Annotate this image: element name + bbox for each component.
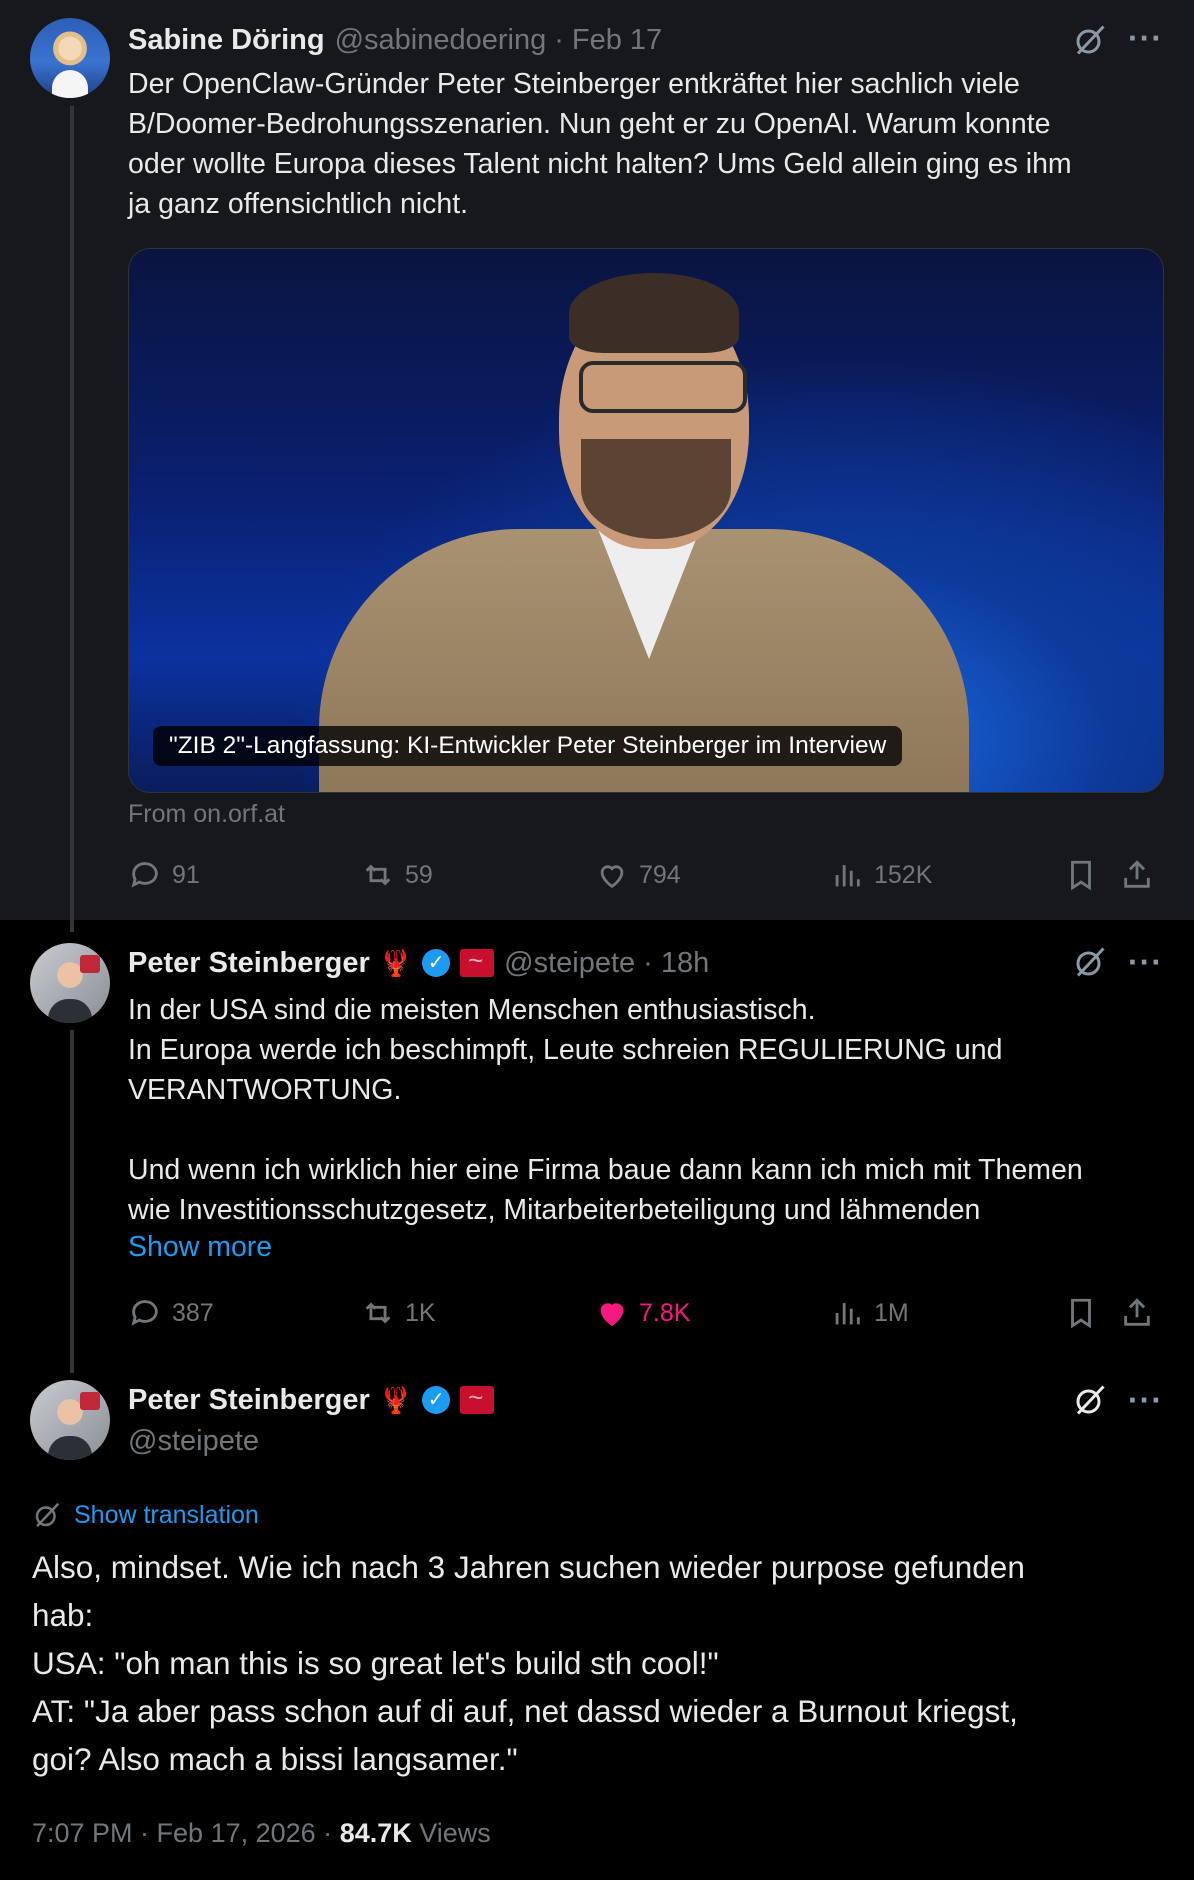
avatar[interactable] xyxy=(30,1380,110,1460)
separator-dot: · xyxy=(643,946,653,979)
timestamp[interactable]: 18h xyxy=(661,947,709,980)
repost-count: 59 xyxy=(405,860,433,889)
tweet-header: Peter Steinberger 🦞 ✓ xyxy=(128,1380,504,1420)
show-translation-button[interactable]: Show translation xyxy=(32,1500,259,1530)
view-count: 84.7K xyxy=(339,1818,412,1848)
bookmark-icon xyxy=(1071,860,1091,891)
reply-button[interactable]: 91 xyxy=(128,858,200,892)
view-count: 1M xyxy=(874,1298,909,1327)
share-button[interactable] xyxy=(1120,1296,1154,1335)
like-count: 794 xyxy=(639,860,681,889)
lobster-emoji: 🦞 xyxy=(379,1384,413,1415)
person-hair xyxy=(569,273,739,353)
repost-button[interactable]: 59 xyxy=(361,858,433,892)
flag-badge-icon[interactable] xyxy=(460,1382,495,1414)
reply-count: 387 xyxy=(172,1298,214,1327)
thread-line xyxy=(70,106,74,932)
tweet-header: Sabine Döring @sabinedoering · Feb 17 xyxy=(128,20,662,60)
view-count: 152K xyxy=(874,860,933,889)
tweet-meta: 7:07 PM · Feb 17, 2026 · 84.7K Views xyxy=(32,1818,491,1849)
like-button[interactable]: 7.8K xyxy=(595,1296,690,1330)
person-beard xyxy=(581,439,731,539)
separator-dot: · xyxy=(554,23,564,56)
display-name[interactable]: Peter Steinberger xyxy=(128,1384,370,1417)
views-icon xyxy=(835,1303,860,1325)
bookmark-button[interactable] xyxy=(1064,1296,1098,1335)
lobster-emoji: 🦞 xyxy=(379,947,413,978)
tweet-text: In der USA sind die meisten Menschen ent… xyxy=(128,994,1083,1226)
more-icon[interactable]: ··· xyxy=(1128,1384,1163,1416)
share-icon xyxy=(1124,860,1150,888)
repost-icon xyxy=(365,864,391,886)
reply-icon xyxy=(131,1300,158,1326)
avatar[interactable] xyxy=(30,943,110,1023)
display-name[interactable]: Peter Steinberger xyxy=(128,947,370,980)
tweet-header: Peter Steinberger 🦞 ✓ @steipete · 18h xyxy=(128,943,709,983)
link-source[interactable]: From on.orf.at xyxy=(128,800,285,829)
like-icon xyxy=(600,865,624,889)
repost-icon xyxy=(365,1302,391,1324)
reply-count: 91 xyxy=(172,860,200,889)
like-icon xyxy=(600,1303,624,1327)
grok-icon[interactable] xyxy=(1072,944,1108,985)
more-icon[interactable]: ··· xyxy=(1128,22,1163,54)
views-button[interactable]: 152K xyxy=(830,858,932,892)
reply-icon xyxy=(131,862,158,888)
bookmark-icon xyxy=(1071,1298,1091,1329)
share-button[interactable] xyxy=(1120,858,1154,897)
tweet-text: Also, mindset. Wie ich nach 3 Jahren suc… xyxy=(32,1549,1025,1777)
action-bar: 91 59 794 152K xyxy=(128,858,1168,898)
like-count: 7.8K xyxy=(639,1298,691,1327)
tweet-handle-row: @steipete xyxy=(128,1421,259,1461)
handle[interactable]: @steipete xyxy=(504,947,635,980)
repost-count: 1K xyxy=(405,1298,436,1327)
timestamp[interactable]: 7:07 PM · Feb 17, 2026 · xyxy=(32,1818,332,1848)
flag-badge-icon[interactable] xyxy=(460,945,495,977)
grok-icon[interactable] xyxy=(1072,22,1108,63)
views-button[interactable]: 1M xyxy=(830,1296,909,1330)
verified-icon[interactable]: ✓ xyxy=(422,1386,451,1414)
grok-icon[interactable] xyxy=(1072,1382,1108,1423)
avatar[interactable] xyxy=(30,18,110,98)
like-button[interactable]: 794 xyxy=(595,858,681,892)
handle[interactable]: @sabinedoering xyxy=(335,24,547,57)
share-icon xyxy=(1124,1298,1150,1326)
display-name[interactable]: Sabine Döring xyxy=(128,24,325,57)
translate-icon xyxy=(35,1502,60,1528)
more-icon[interactable]: ··· xyxy=(1128,946,1163,978)
tweet-text: Der OpenClaw-Gründer Peter Steinberger e… xyxy=(128,68,1072,220)
thread-line xyxy=(70,1030,74,1373)
bookmark-button[interactable] xyxy=(1064,858,1098,897)
person-glasses xyxy=(579,361,747,413)
video-thumbnail[interactable]: "ZIB 2"-Langfassung: KI-Entwickler Peter… xyxy=(128,248,1164,793)
views-label: Views xyxy=(419,1818,491,1848)
action-bar: 387 1K 7.8K 1M xyxy=(128,1296,1168,1336)
reply-button[interactable]: 387 xyxy=(128,1296,214,1330)
verified-icon[interactable]: ✓ xyxy=(422,949,451,977)
media-caption: "ZIB 2"-Langfassung: KI-Entwickler Peter… xyxy=(153,726,903,766)
handle[interactable]: @steipete xyxy=(128,1425,259,1458)
timestamp[interactable]: Feb 17 xyxy=(572,24,662,57)
show-more-link[interactable]: Show more xyxy=(128,1231,272,1264)
show-translation-label: Show translation xyxy=(74,1500,259,1529)
repost-button[interactable]: 1K xyxy=(361,1296,436,1330)
views-icon xyxy=(835,865,860,887)
